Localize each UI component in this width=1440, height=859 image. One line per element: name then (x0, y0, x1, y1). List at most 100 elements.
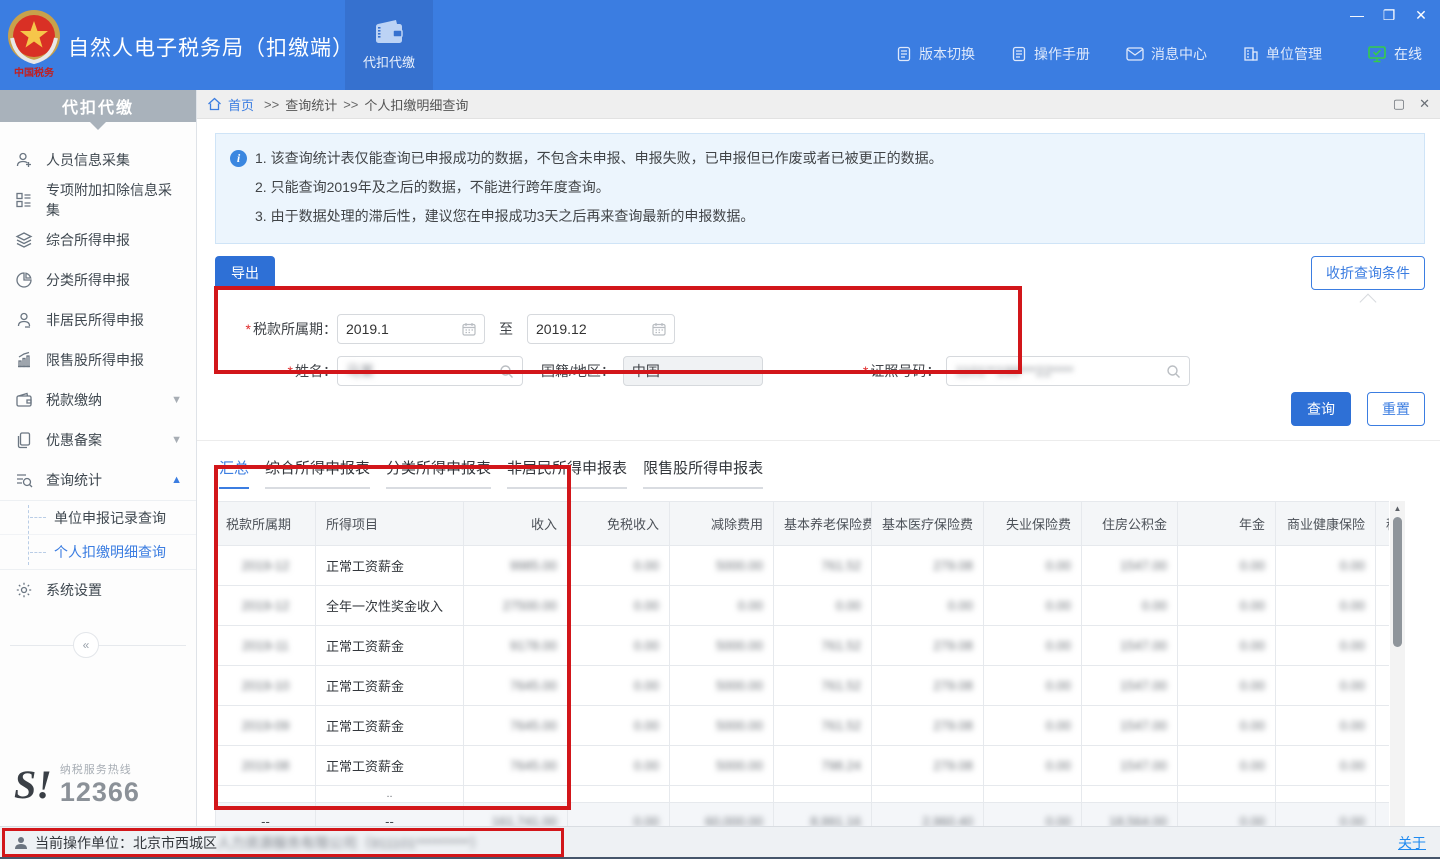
breadcrumb-crumb-1[interactable]: 查询统计 (285, 95, 337, 114)
table-row: 2019-12正常工资薪金9985.000.005000.00761.52279… (216, 546, 1390, 586)
version-switch-label: 版本切换 (919, 44, 975, 64)
sidebar-item-restricted-shares[interactable]: 限售股所得申报 (0, 340, 196, 380)
breadcrumb: 首页 >> 查询统计 >> 个人扣缴明细查询 ▢ ✕ (197, 90, 1440, 119)
person-add-icon (14, 150, 34, 170)
sidebar-item-classified-income[interactable]: 分类所得申报 (0, 260, 196, 300)
table-row: 2019-10正常工资薪金7645.000.005000.00761.52279… (216, 666, 1390, 706)
tab-comprehensive[interactable]: 综合所得申报表 (265, 457, 370, 489)
sidebar-item-query-statistics[interactable]: 查询统计 ▲ (0, 460, 196, 500)
calendar-icon (652, 322, 666, 336)
sidebar-item-label: 人员信息采集 (46, 150, 130, 170)
user-icon (14, 836, 28, 850)
manual-link[interactable]: 操作手册 (1011, 44, 1090, 64)
tree-dash (30, 552, 46, 553)
svg-text:中国税务: 中国税务 (14, 66, 55, 79)
unit-management-link[interactable]: 单位管理 (1243, 44, 1322, 64)
sidebar-item-personnel-info[interactable]: 人员信息采集 (0, 140, 196, 180)
col-unemployment: 失业保险费 (984, 502, 1082, 546)
query-button[interactable]: 查询 (1291, 392, 1351, 426)
home-icon (207, 97, 222, 111)
result-table-zone: 税款所属期 所得项目 收入 免税收入 减除费用 基本养老保险费 基本医疗保险费 … (215, 501, 1405, 826)
col-period: 税款所属期 (216, 502, 316, 546)
result-table: 税款所属期 所得项目 收入 免税收入 减除费用 基本养老保险费 基本医疗保险费 … (215, 501, 1389, 826)
notice-line-3: 3. 由于数据处理的滞后性，建议您在申报成功3天之后再来查询最新的申报数据。 (230, 202, 1410, 231)
version-switch-link[interactable]: 版本切换 (896, 44, 975, 64)
window-controls: — ❐ ✕ (1346, 4, 1432, 26)
tab-restricted-shares[interactable]: 限售股所得申报表 (643, 457, 763, 489)
sidebar-item-system-settings[interactable]: 系统设置 (0, 570, 196, 610)
period-start-input[interactable]: 2019.1 (337, 314, 485, 344)
sidebar-collapse-row: « (0, 632, 196, 658)
section-divider (197, 440, 1440, 441)
nationality-label: 国籍/地区： (541, 361, 615, 381)
query-form: *税款所属期： 2019.1 至 2019.12 (215, 314, 1425, 386)
message-center-link[interactable]: 消息中心 (1126, 44, 1207, 64)
current-unit-clear: 北京市西城区 (133, 833, 217, 853)
breadcrumb-home[interactable]: 首页 (228, 95, 254, 114)
sidebar-subitem-personal-withholding-query[interactable]: 个人扣缴明细查询 (0, 535, 196, 569)
col-commercial-health: 商业健康保险 (1276, 502, 1376, 546)
export-button[interactable]: 导出 (215, 256, 275, 290)
sidebar-item-preferential-filing[interactable]: 优惠备案 ▼ (0, 420, 196, 460)
info-icon: i (230, 150, 247, 167)
close-icon[interactable]: ✕ (1410, 4, 1432, 26)
col-item: 所得项目 (316, 502, 464, 546)
sidebar-item-comprehensive-income[interactable]: 综合所得申报 (0, 220, 196, 260)
vertical-scrollbar[interactable]: ▲ ▼ (1390, 501, 1405, 826)
id-number-label: *证照号码： (863, 361, 940, 381)
scroll-up-icon[interactable]: ▲ (1390, 501, 1405, 515)
reset-button[interactable]: 重置 (1367, 392, 1425, 426)
tab-summary[interactable]: 汇总 (219, 457, 249, 489)
sidebar-item-label: 限售股所得申报 (46, 350, 144, 370)
id-number-input[interactable]: 1101**199***22**** (946, 356, 1190, 386)
chevron-down-icon: ▼ (171, 394, 182, 406)
gear-icon (14, 580, 34, 600)
table-row: 2019-09正常工资薪金7645.000.005000.00761.52279… (216, 706, 1390, 746)
notice-box: i 1. 该查询统计表仅能查询已申报成功的数据，不包含未申报、申报失败，已申报但… (215, 133, 1425, 244)
search-icon[interactable] (1166, 364, 1181, 379)
period-end-input[interactable]: 2019.12 (527, 314, 675, 344)
sidebar-item-nonresident-income[interactable]: 非居民所得申报 (0, 300, 196, 340)
module-tab-daikou[interactable]: 代扣代缴 (345, 0, 433, 90)
sidebar-item-special-deduction[interactable]: 专项附加扣除信息采集 (0, 180, 196, 220)
sidebar-subitem-unit-declaration-query[interactable]: 单位申报记录查询 (0, 501, 196, 535)
name-value: 马某 (346, 361, 499, 381)
col-pension: 基本养老保险费 (774, 502, 872, 546)
restore-icon[interactable]: ❐ (1378, 4, 1400, 26)
china-tax-emblem-logo: 中国税务 (6, 8, 62, 80)
app-title: 自然人电子税务局（扣缴端） (68, 32, 354, 62)
online-status: 在线 (1368, 44, 1422, 64)
bar-chart-icon (14, 350, 34, 370)
message-center-label: 消息中心 (1151, 44, 1207, 64)
result-tabs: 汇总 综合所得申报表 分类所得申报表 非居民所得申报表 限售股所得申报表 (219, 457, 1425, 489)
current-unit-label: 当前操作单位： (35, 833, 133, 853)
panel-maximize-icon[interactable]: ▢ (1393, 96, 1405, 112)
sidebar-item-label: 查询统计 (46, 470, 102, 490)
tab-nonresident[interactable]: 非居民所得申报表 (507, 457, 627, 489)
vertical-scroll-thumb[interactable] (1393, 517, 1402, 647)
breadcrumb-separator: >> (264, 97, 279, 112)
col-annuity: 年金 (1178, 502, 1276, 546)
panel-controls: ▢ ✕ (1393, 96, 1430, 112)
minimize-icon[interactable]: — (1346, 4, 1368, 26)
sidebar-item-tax-payment[interactable]: 税款缴纳 ▼ (0, 380, 196, 420)
module-tab-label: 代扣代缴 (363, 52, 415, 71)
col-partial: 税 (1376, 502, 1390, 546)
tab-classified[interactable]: 分类所得申报表 (386, 457, 491, 489)
breadcrumb-separator: >> (343, 97, 358, 112)
about-link[interactable]: 关于 (1398, 833, 1426, 853)
list-icon (14, 190, 34, 210)
table-row: 2019-12全年一次性奖金收入27500.000.000.000.000.00… (216, 586, 1390, 626)
name-input[interactable]: 马某 (337, 356, 523, 386)
collapse-query-button[interactable]: 收折查询条件 (1311, 256, 1425, 290)
col-income: 收入 (464, 502, 568, 546)
panel-close-icon[interactable]: ✕ (1419, 96, 1430, 112)
search-icon[interactable] (499, 364, 514, 379)
search-list-icon (14, 470, 34, 490)
sidebar-collapse-button[interactable]: « (73, 632, 99, 658)
manual-label: 操作手册 (1034, 44, 1090, 64)
table-header-row: 税款所属期 所得项目 收入 免税收入 减除费用 基本养老保险费 基本医疗保险费 … (216, 502, 1390, 546)
hotline-number: 12366 (60, 777, 140, 808)
nationality-value: 中国 (632, 361, 754, 381)
status-bar: 当前操作单位：北京市西城区人力资源服务有限公司（911101**********… (0, 826, 1440, 859)
